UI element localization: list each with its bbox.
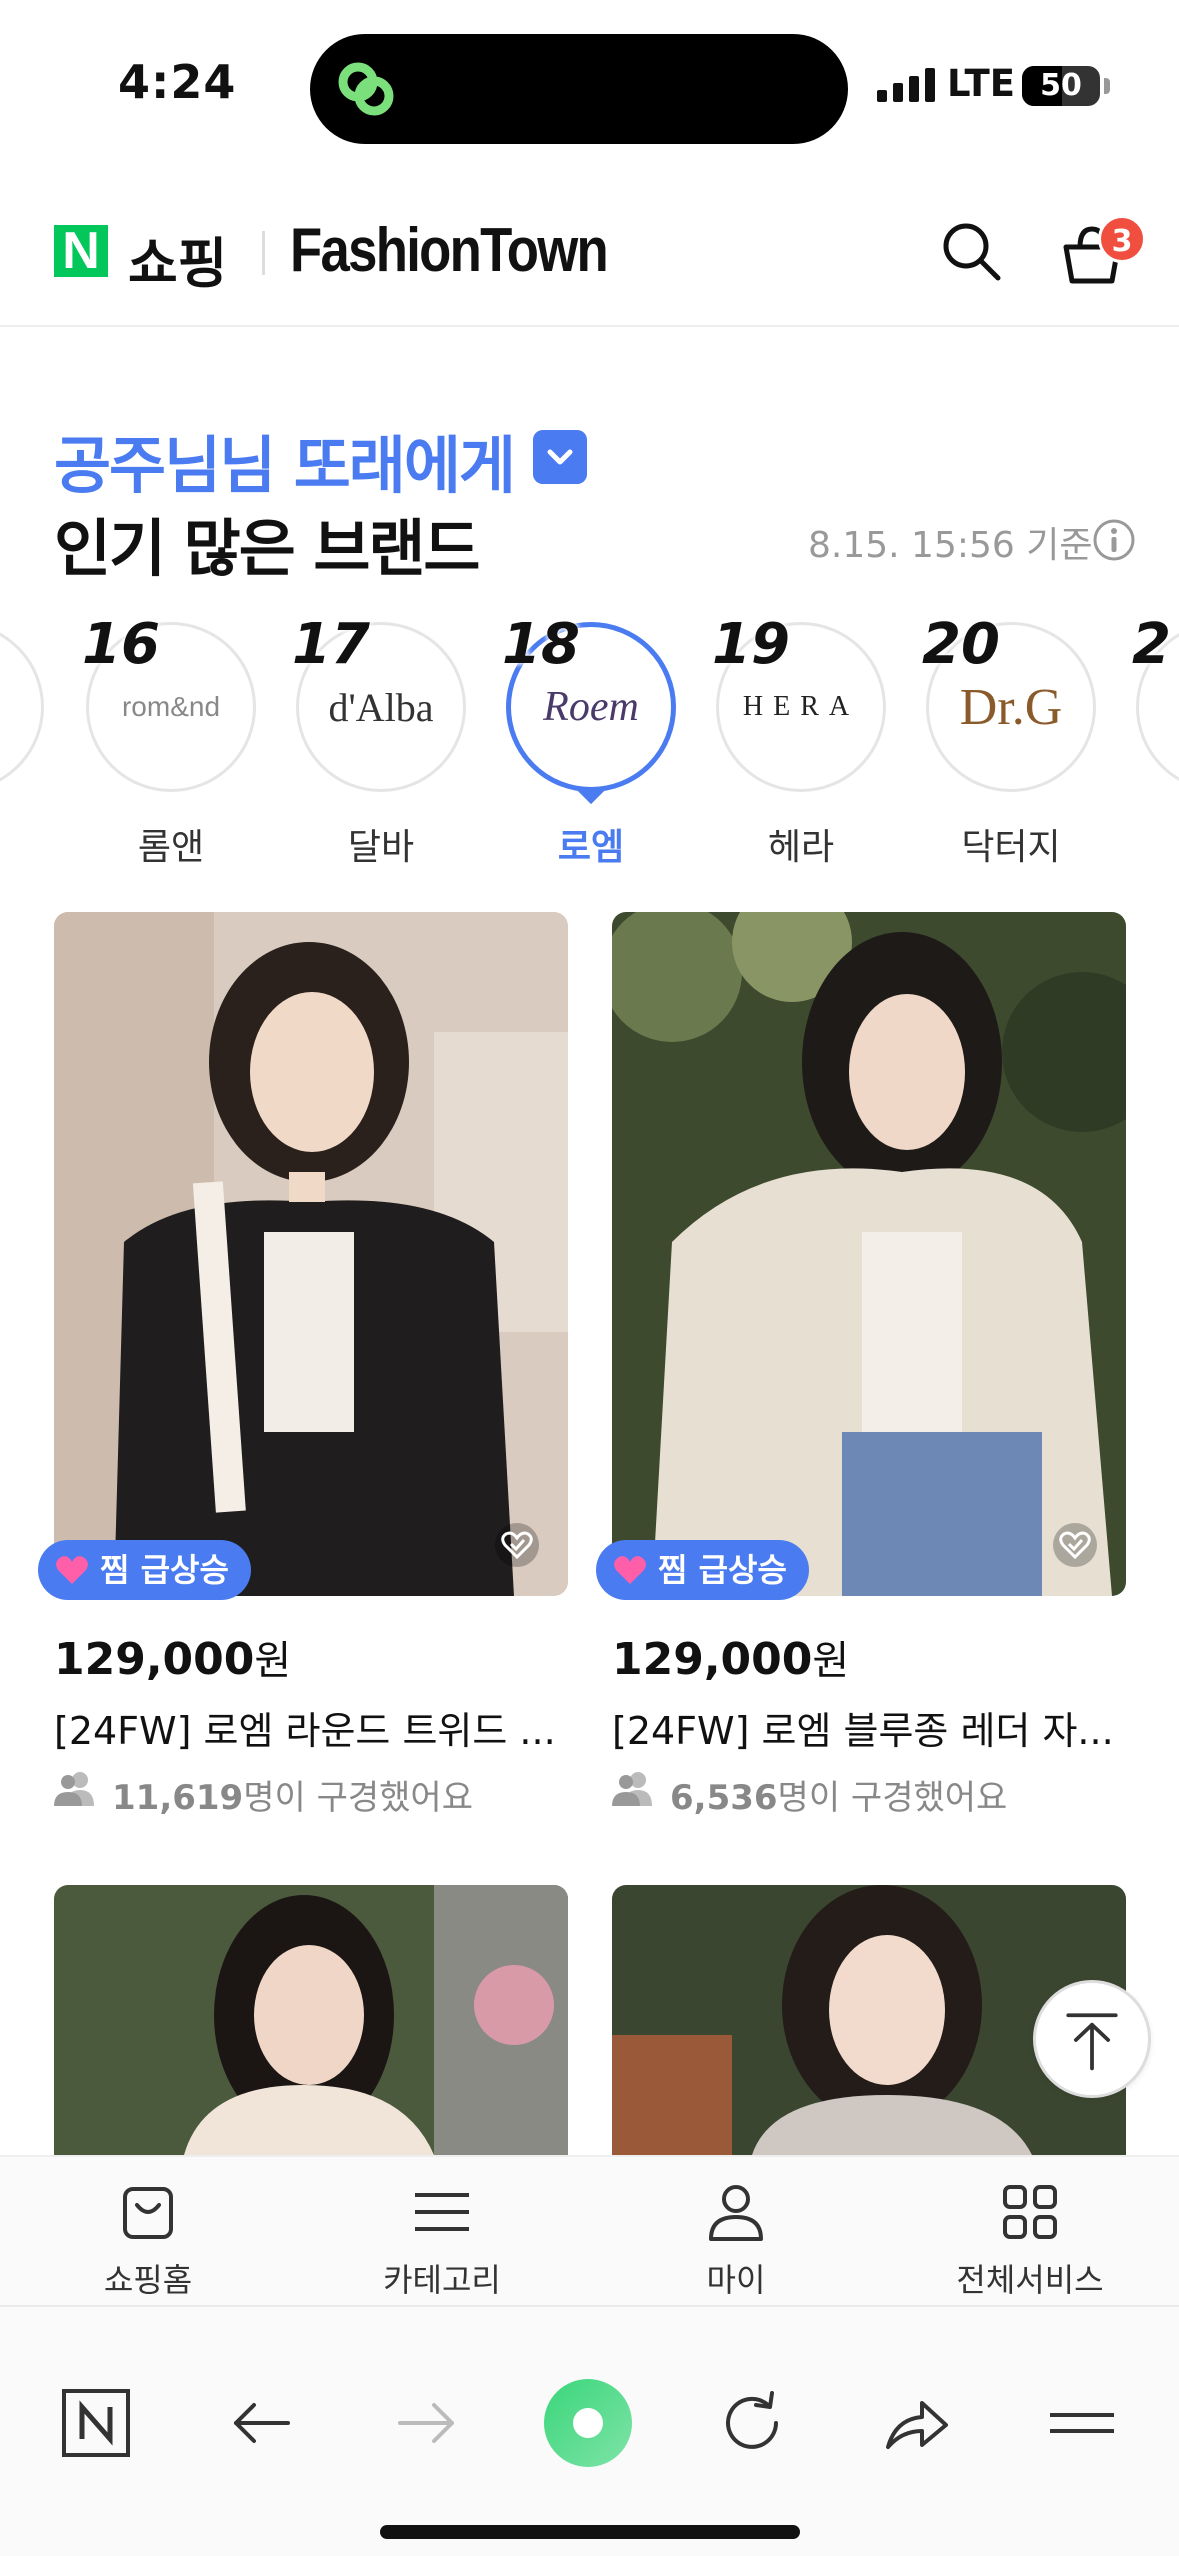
- cart-count-badge: 3: [1098, 215, 1146, 263]
- view-count: 6,536명이 구경했어요: [612, 1770, 1007, 1819]
- header-divider: [262, 231, 265, 275]
- menu-icon[interactable]: [1046, 2387, 1118, 2459]
- trending-badge: 찜 급상승: [38, 1540, 251, 1600]
- brand-rank: 17: [292, 612, 370, 677]
- view-count: 11,619명이 구경했어요: [54, 1770, 473, 1819]
- brand-logo-text: HERA: [742, 691, 860, 722]
- brand-name: 헤라: [767, 827, 835, 868]
- brand-logo-text: Dr.G: [959, 678, 1063, 736]
- view-count-number: 6,536: [670, 1778, 778, 1818]
- view-count-suffix: 명이 구경했어요: [243, 1778, 473, 1818]
- product-name[interactable]: [24FW] 로엠 블루종 레더 자...: [612, 1700, 1126, 1755]
- brand-rank: 19: [712, 612, 790, 677]
- people-icon: [54, 1772, 94, 1806]
- brand-item-drg[interactable]: Dr.G 20 닥터지: [922, 612, 1100, 872]
- fashiontown-title[interactable]: FashionTown: [290, 215, 609, 286]
- battery-cap: [1104, 78, 1110, 94]
- heart-icon: [56, 1556, 88, 1584]
- heart-icon: [614, 1556, 646, 1584]
- brand-name: 롬앤: [137, 827, 205, 868]
- badge-label: 찜 급상승: [658, 1551, 787, 1589]
- brand-rank: 18: [502, 612, 580, 677]
- brand-item-dalba[interactable]: d'Alba 17 달바: [292, 612, 470, 872]
- scroll-to-top-button[interactable]: [1033, 1980, 1151, 2098]
- nav-all-services[interactable]: 전체서비스: [920, 2179, 1140, 2301]
- nav-label: 마이: [706, 2261, 766, 2299]
- brand-name: 달바: [347, 827, 415, 868]
- brand-rank: 20: [922, 612, 1000, 677]
- brand-item-roem[interactable]: Roem 18 로엠: [502, 612, 680, 872]
- price-value: 129,000: [54, 1634, 255, 1685]
- status-bar: 4:24 LTE 50: [0, 0, 1179, 175]
- grid-icon: [1003, 2185, 1057, 2239]
- brand-logo-text: d'Alba: [328, 684, 434, 730]
- people-icon: [612, 1772, 652, 1806]
- naver-logo[interactable]: N: [54, 225, 108, 277]
- brand-rank: 16: [82, 612, 160, 677]
- battery-level: 50: [1040, 68, 1082, 103]
- brand-name: 로엠: [557, 827, 625, 868]
- wishlist-heart-icon[interactable]: [492, 1522, 542, 1568]
- nav-category[interactable]: 카테고리: [332, 2179, 552, 2301]
- brand-logo-text: rom&nd: [121, 691, 221, 722]
- brand-logo-text: Roem: [543, 684, 639, 730]
- chevron-down-icon[interactable]: [533, 430, 587, 484]
- battery-icon: 50: [1022, 66, 1100, 106]
- product-name[interactable]: [24FW] 로엠 라운드 트위드 ...: [54, 1700, 568, 1755]
- search-icon[interactable]: [940, 220, 1002, 282]
- brand-item-romand[interactable]: rom&nd 16 롬앤: [82, 612, 260, 872]
- browser-toolbar: [0, 2305, 1179, 2556]
- shopping-label[interactable]: 쇼핑: [128, 219, 227, 298]
- shopping-bag-icon: [123, 2187, 173, 2239]
- link-app-icon: [338, 62, 394, 116]
- back-arrow-icon[interactable]: [226, 2387, 298, 2459]
- status-time: 4:24: [118, 55, 237, 109]
- forward-arrow-icon[interactable]: [390, 2387, 462, 2459]
- share-icon[interactable]: [880, 2387, 952, 2459]
- info-icon[interactable]: [1092, 518, 1136, 562]
- nav-shopping-home[interactable]: 쇼핑홈: [38, 2179, 258, 2301]
- brand-carousel[interactable]: rom&nd 16 롬앤 d'Alba 17 달바 Roem 18 로엠 HER…: [0, 612, 1179, 872]
- trending-badge: 찜 급상승: [596, 1540, 809, 1600]
- badge-label: 찜 급상승: [100, 1551, 229, 1589]
- timestamp: 8.15. 15:56 기준: [808, 525, 1093, 566]
- home-indicator: [380, 2525, 800, 2539]
- price-unit: 원: [812, 1638, 850, 1684]
- product-price: 129,000원: [612, 1628, 849, 1686]
- bottom-nav: 쇼핑홈 카테고리 마이 전체서비스: [0, 2155, 1179, 2305]
- brand-name: 닥터지: [961, 827, 1061, 868]
- dynamic-island: [310, 34, 848, 144]
- product-price: 129,000원: [54, 1628, 291, 1686]
- nav-my[interactable]: 마이: [626, 2179, 846, 2301]
- nav-label: 카테고리: [383, 2261, 501, 2299]
- product-image[interactable]: [54, 912, 568, 1596]
- section-title-line2: 인기 많은 브랜드: [54, 512, 480, 585]
- brand-rank: 2: [1132, 612, 1171, 677]
- green-dot-icon[interactable]: [542, 2377, 634, 2469]
- brand-item-hera[interactable]: HERA 19 헤라: [712, 612, 890, 872]
- brand-item-partial[interactable]: 2: [1132, 612, 1179, 872]
- section-title-line1[interactable]: 공주님님 또래에게: [54, 415, 516, 505]
- brand-logo-circle: [0, 622, 44, 792]
- wishlist-heart-icon[interactable]: [1050, 1522, 1100, 1568]
- refresh-icon[interactable]: [716, 2387, 788, 2459]
- brand-item-partial[interactable]: [0, 612, 48, 872]
- person-icon: [709, 2185, 763, 2241]
- app-header: N 쇼핑 FashionTown 3: [0, 175, 1179, 327]
- nav-label: 전체서비스: [956, 2261, 1104, 2299]
- network-type: LTE: [947, 62, 1015, 105]
- price-value: 129,000: [612, 1634, 813, 1685]
- price-unit: 원: [254, 1638, 292, 1684]
- nav-label: 쇼핑홈: [103, 2261, 193, 2299]
- view-count-number: 11,619: [112, 1778, 244, 1818]
- view-count-suffix: 명이 구경했어요: [777, 1778, 1008, 1818]
- menu-icon: [415, 2193, 469, 2231]
- naver-home-icon[interactable]: [60, 2387, 132, 2459]
- product-image[interactable]: [54, 1885, 568, 2155]
- product-image[interactable]: [612, 912, 1126, 1596]
- signal-icon: [877, 68, 935, 102]
